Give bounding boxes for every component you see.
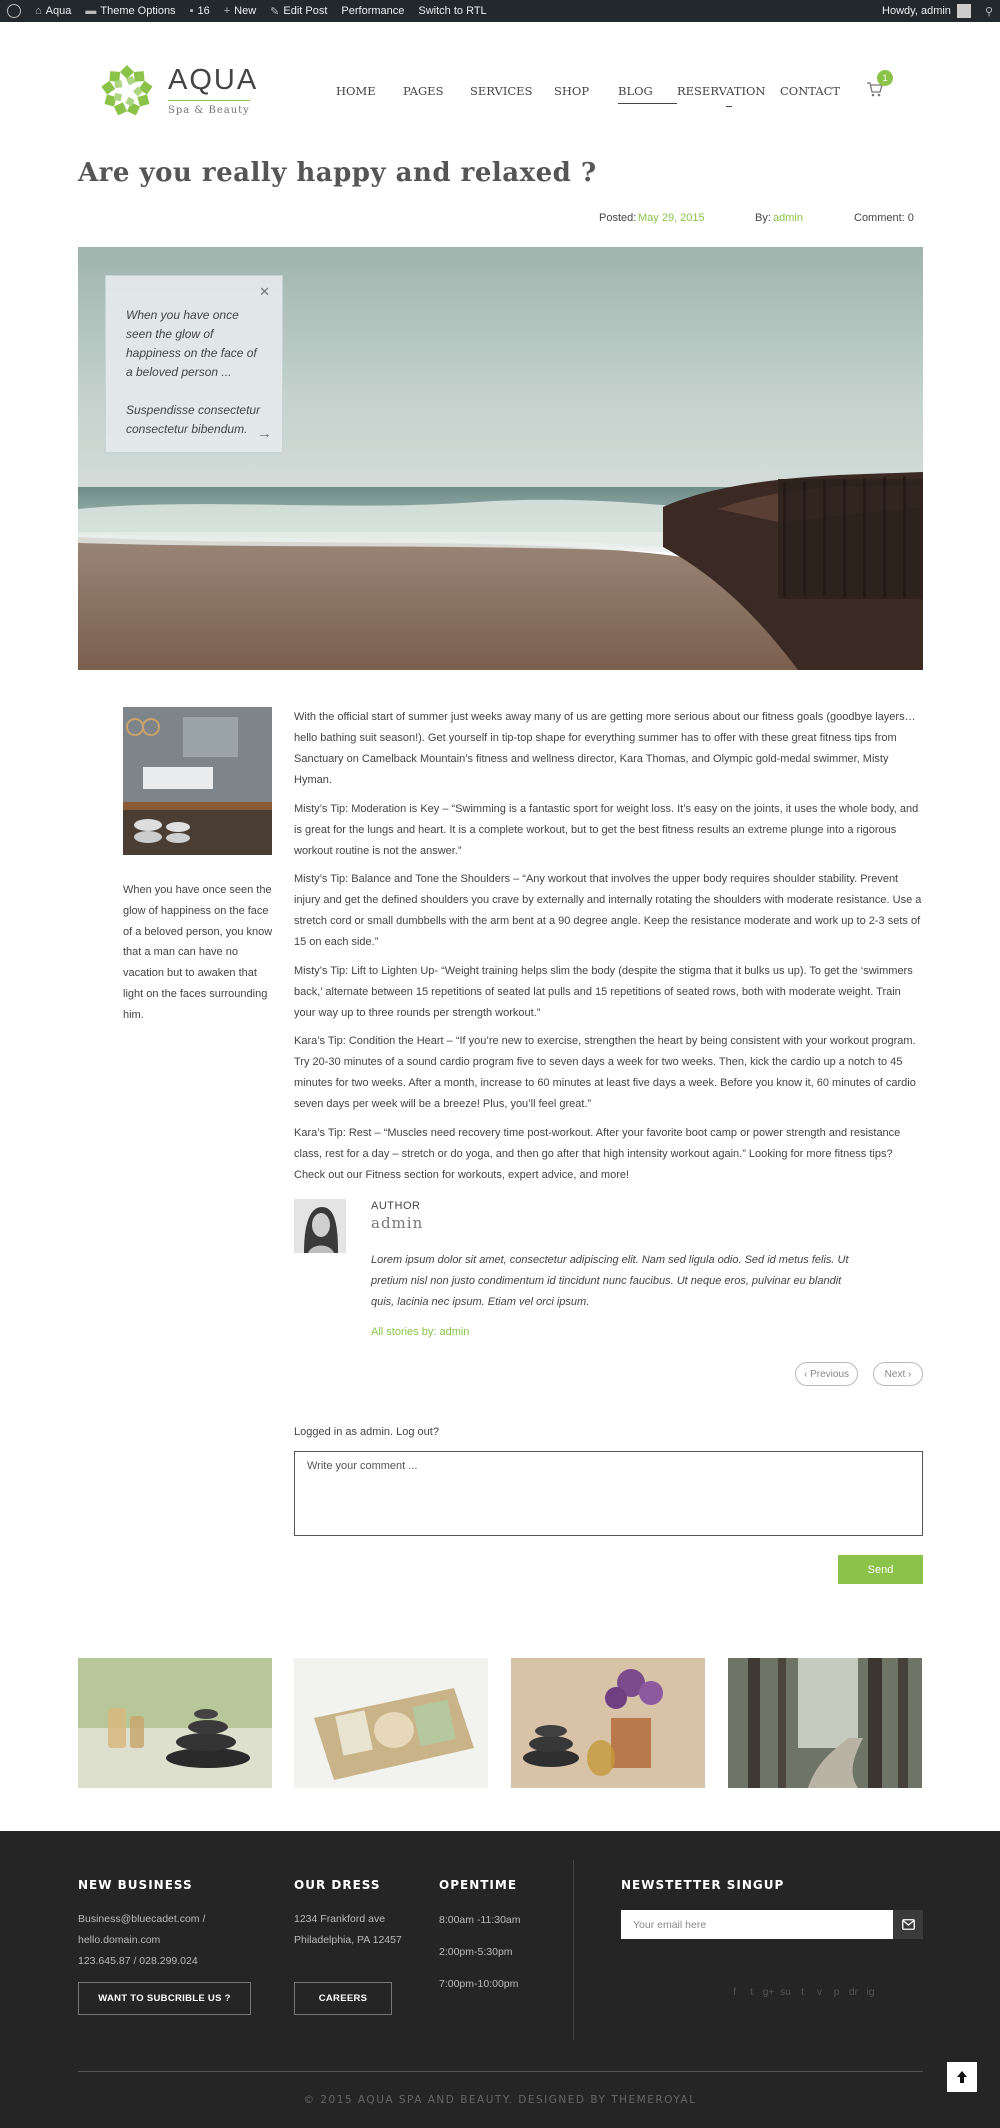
back-to-top-button[interactable] <box>947 2062 977 2092</box>
admin-theme-options[interactable]: ▬ Theme Options <box>78 0 182 22</box>
nav-pages[interactable]: PAGES <box>403 84 470 98</box>
nav-reservation[interactable]: RESERVATION <box>677 84 780 107</box>
avatar <box>956 4 971 18</box>
subscribe-button[interactable]: WANT TO SUBCRIBLE US ? <box>78 1982 251 2015</box>
opentime-2: 2:00pm-5:30pm <box>439 1946 513 1958</box>
main-nav: HOME PAGES SERVICES SHOP BLOG RESERVATIO… <box>336 84 860 107</box>
admin-rtl[interactable]: Switch to RTL <box>411 0 493 22</box>
admin-bar: ⌂ Aqua ▬ Theme Options ▪ 16 + New ✎ Edit Post… <box>0 0 1000 22</box>
facebook-icon[interactable]: f <box>726 1987 743 1998</box>
social-links: f t g+ su t v p dr ig <box>726 1987 879 1998</box>
footer-heading-business: NEW BUSINESS <box>78 1878 193 1892</box>
admin-new[interactable]: + New <box>217 0 263 22</box>
footer-heading-address: OUR DRESS <box>294 1878 381 1892</box>
hero-quote-line1: When you have once seen the glow of happ… <box>126 308 257 379</box>
posted-date-link[interactable]: May 29, 2015 <box>638 212 705 224</box>
footer-heading-opentime: OPENTIME <box>439 1878 518 1892</box>
sidebar-quote: When you have once seen the glow of happ… <box>123 884 273 1021</box>
footer-email-2[interactable]: hello.domain.com <box>78 1930 160 1951</box>
careers-button[interactable]: CAREERS <box>294 1982 392 2015</box>
gallery-image-stones[interactable] <box>78 1658 272 1788</box>
opentime-1: 8:00am -11:30am <box>439 1914 521 1926</box>
nav-contact[interactable]: CONTACT <box>780 84 860 98</box>
google-plus-icon[interactable]: g+ <box>760 1987 777 1998</box>
admin-comments[interactable]: ▪ 16 <box>183 0 217 22</box>
pencil-icon: ✎ <box>270 5 280 18</box>
vimeo-icon[interactable]: v <box>811 1987 828 1998</box>
pinterest-icon[interactable]: p <box>828 1987 845 1998</box>
author-avatar <box>294 1199 346 1253</box>
arrow-right-icon[interactable]: → <box>257 425 272 442</box>
copyright: © 2015 AQUA SPA AND BEAUTY. DESIGNED BY … <box>303 2094 697 2106</box>
paragraph: Misty’s Tip: Balance and Tone the Should… <box>294 873 922 948</box>
author-link[interactable]: admin <box>773 212 803 224</box>
newsletter-email-input[interactable] <box>621 1910 893 1939</box>
hero-quote-line2: Suspendisse consectetur consectetur bibe… <box>126 403 261 436</box>
lotus-logo-icon <box>96 60 158 122</box>
nav-blog[interactable]: BLOG <box>618 84 677 104</box>
home-icon: ⌂ <box>35 5 42 17</box>
comment-count: Comment: 0 <box>854 212 914 224</box>
post-title: Are you really happy and relaxed ? <box>78 158 597 188</box>
author-name: admin <box>371 1214 424 1232</box>
cart-count-badge: 1 <box>877 70 893 86</box>
comment-icon: ▪ <box>189 5 194 17</box>
paragraph: Kara’s Tip: Condition the Heart – “If yo… <box>294 1035 916 1110</box>
footer-address-2: Philadelphia, PA 12457 <box>294 1934 402 1946</box>
instagram-icon[interactable]: ig <box>862 1987 879 1998</box>
close-icon[interactable]: ✕ <box>259 284 270 300</box>
admin-search-icon[interactable]: ⚲ <box>978 0 1000 22</box>
author-label: AUTHOR <box>371 1200 421 1212</box>
envelope-icon <box>901 1919 915 1930</box>
post-content: With the official start of summer just w… <box>294 707 924 1193</box>
paragraph: Misty’s Tip: Lift to Lighten Up- “Weight… <box>294 964 913 1019</box>
gallery-image-soaps[interactable] <box>294 1658 488 1788</box>
site-logo[interactable]: AQUA Spa & Beauty <box>96 60 258 122</box>
newsletter-submit-button[interactable] <box>893 1910 923 1939</box>
gallery-image-forest[interactable] <box>728 1658 922 1788</box>
nav-services[interactable]: SERVICES <box>470 84 554 98</box>
footer-email-1[interactable]: Business@bluecadet.com / <box>78 1909 205 1930</box>
folder-icon: ▬ <box>85 5 97 17</box>
tumblr-icon[interactable]: t <box>794 1987 811 1998</box>
posted-label: Posted: <box>599 212 637 224</box>
by-label: By: <box>755 212 771 224</box>
author-bio: Lorem ipsum dolor sit amet, consectetur … <box>371 1254 849 1308</box>
paragraph: Kara’s Tip: Rest – “Muscles need recover… <box>294 1126 901 1181</box>
arrow-up-icon <box>957 2071 967 2083</box>
plus-icon: + <box>223 5 231 17</box>
author-stories-link[interactable]: All stories by: admin <box>371 1326 469 1338</box>
brand-tagline: Spa & Beauty <box>168 105 250 116</box>
admin-performance[interactable]: Performance <box>334 0 411 22</box>
logged-in-text[interactable]: Logged in as admin. Log out? <box>294 1426 439 1438</box>
hero-quote-card: ✕ When you have once seen the glow of ha… <box>105 275 283 453</box>
footer-phone: 123.645.87 / 028.299.024 <box>78 1955 198 1967</box>
brand-name: AQUA <box>168 64 259 96</box>
footer-divider <box>573 1860 574 2040</box>
nav-shop[interactable]: SHOP <box>554 84 618 98</box>
next-button[interactable]: Next › <box>873 1362 923 1386</box>
stumbleupon-icon[interactable]: su <box>777 1987 794 1998</box>
paragraph: With the official start of summer just w… <box>294 711 916 786</box>
wordpress-logo-icon[interactable] <box>0 0 28 22</box>
nav-home[interactable]: HOME <box>336 84 403 98</box>
gallery-image-orchid[interactable] <box>511 1658 705 1788</box>
footer-rule <box>78 2071 923 2072</box>
admin-edit-post[interactable]: ✎ Edit Post <box>263 0 334 22</box>
twitter-icon[interactable]: t <box>743 1987 760 1998</box>
footer-heading-newsletter: NEWSTETTER SINGUP <box>621 1878 785 1892</box>
paragraph: Misty’s Tip: Moderation is Key – “Swimmi… <box>294 802 919 857</box>
previous-button[interactable]: ‹ Previous <box>795 1362 858 1386</box>
opentime-3: 7:00pm-10:00pm <box>439 1978 519 1990</box>
comment-textarea[interactable] <box>294 1451 923 1536</box>
send-button[interactable]: Send <box>838 1555 923 1584</box>
footer-address-1: 1234 Frankford ave <box>294 1913 386 1925</box>
bathroom-image <box>123 707 272 855</box>
dribbble-icon[interactable]: dr <box>845 1987 862 1998</box>
admin-site-link[interactable]: ⌂ Aqua <box>28 0 78 22</box>
admin-account[interactable]: Howdy, admin <box>875 0 978 22</box>
